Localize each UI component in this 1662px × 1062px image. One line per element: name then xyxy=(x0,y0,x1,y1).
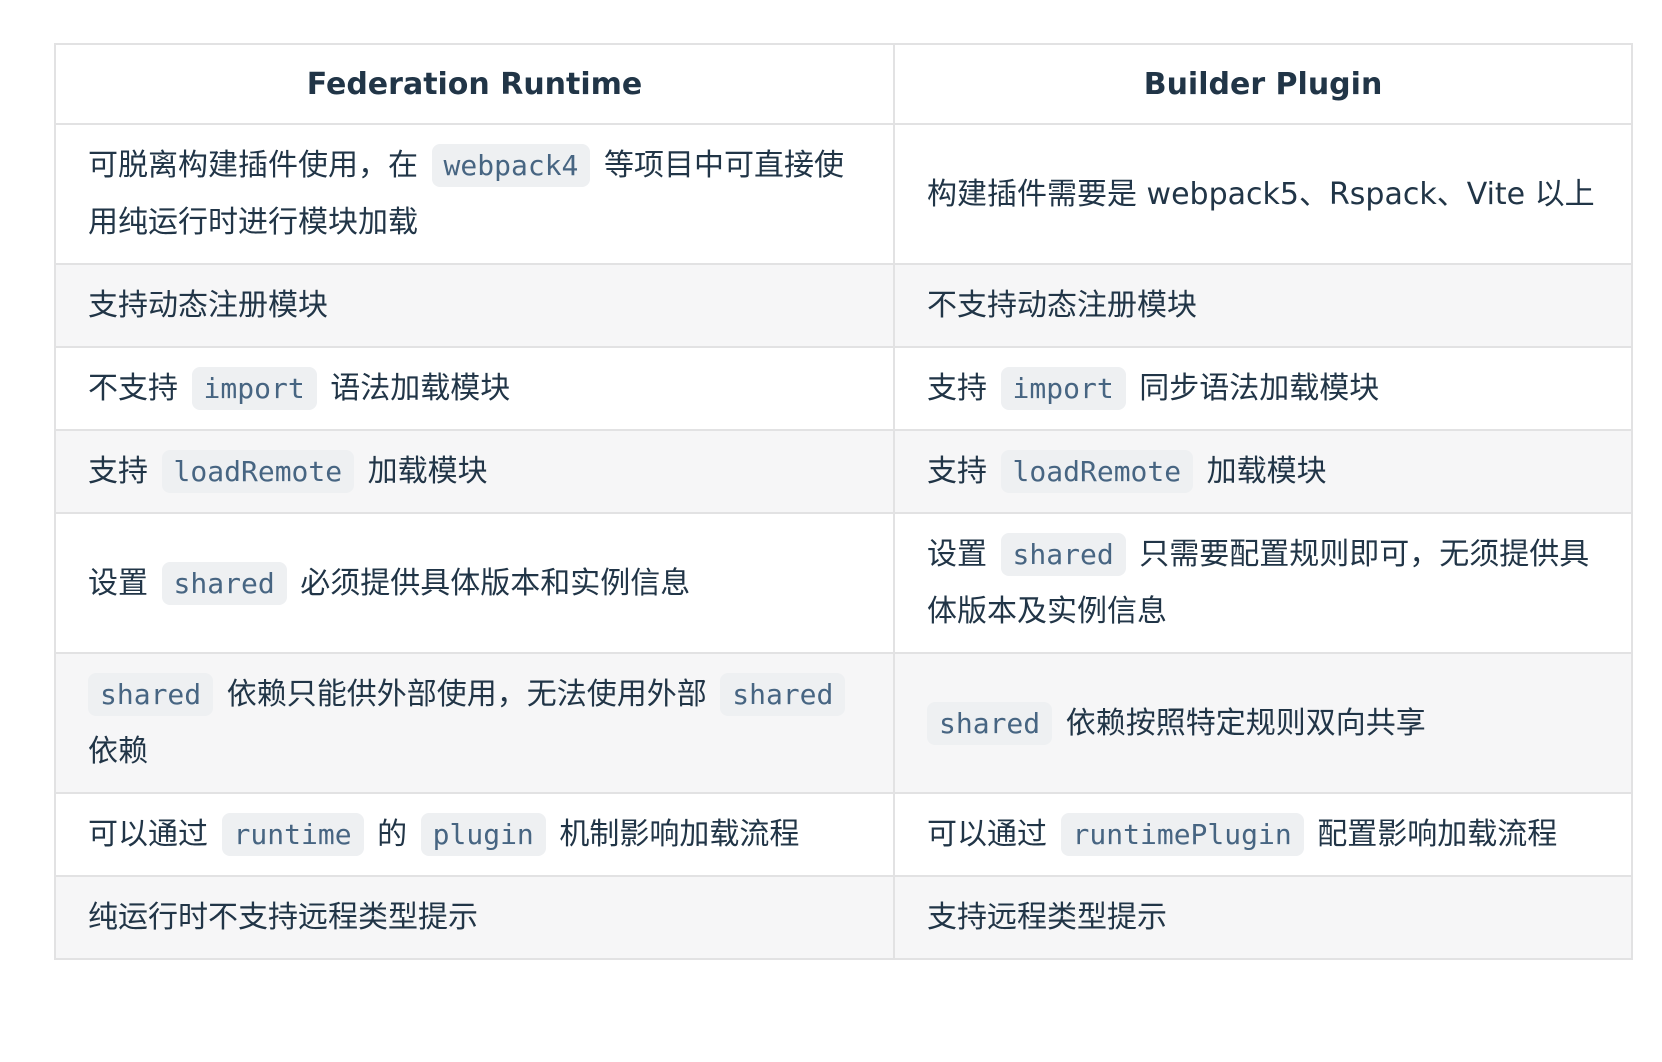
table-body: 可脱离构建插件使用，在 webpack4 等项目中可直接使用纯运行时进行模块加载… xyxy=(54,123,1633,960)
inline-code: plugin xyxy=(420,813,546,856)
table-row: 支持 loadRemote 加载模块 支持 loadRemote 加载模块 xyxy=(54,429,1633,514)
cell-text: 依赖 xyxy=(88,734,148,769)
cell-text: 可脱离构建插件使用，在 xyxy=(88,148,428,183)
cell-text: 支持 xyxy=(927,454,997,489)
cell-text: 构建插件需要是 webpack5、Rspack、Vite 以上 xyxy=(927,176,1595,212)
cell-text: 支持 xyxy=(927,371,997,406)
header-builder-plugin: Builder Plugin xyxy=(893,43,1633,125)
cell-text: 可以通过 xyxy=(927,817,1057,852)
table-row: 可以通过 runtime 的 plugin 机制影响加载流程 可以通过 runti… xyxy=(54,792,1633,877)
comparison-table: Federation Runtime Builder Plugin 可脱离构建插… xyxy=(54,43,1633,960)
cell-text: 依赖只能供外部使用，无法使用外部 xyxy=(217,677,717,712)
cell-text: 设置 xyxy=(88,565,158,601)
cell-federation-runtime: 设置 shared 必须提供具体版本和实例信息 xyxy=(54,512,895,654)
cell-text: 支持 xyxy=(88,454,158,489)
cell-federation-runtime: 支持 loadRemote 加载模块 xyxy=(54,429,895,514)
inline-code: loadRemote xyxy=(161,450,355,493)
inline-code: shared xyxy=(161,561,287,605)
inline-code: loadRemote xyxy=(1000,450,1194,493)
inline-code: shared xyxy=(927,701,1053,745)
cell-text: 不支持 xyxy=(88,371,188,406)
table-row: 纯运行时不支持远程类型提示 支持远程类型提示 xyxy=(54,875,1633,960)
inline-code: webpack4 xyxy=(431,144,591,187)
cell-text: 加载模块 xyxy=(358,454,488,489)
cell-federation-runtime: 可脱离构建插件使用，在 webpack4 等项目中可直接使用纯运行时进行模块加载 xyxy=(54,123,895,265)
cell-text: 配置影响加载流程 xyxy=(1307,817,1558,852)
cell-text: 纯运行时不支持远程类型提示 xyxy=(88,900,478,935)
cell-text: 可以通过 xyxy=(88,817,218,852)
cell-text: 设置 xyxy=(927,537,997,572)
table-row: 不支持 import 语法加载模块 支持 import 同步语法加载模块 xyxy=(54,346,1633,431)
cell-text: 支持远程类型提示 xyxy=(927,900,1167,935)
cell-federation-runtime: 不支持 import 语法加载模块 xyxy=(54,346,895,431)
cell-text: 加载模块 xyxy=(1197,454,1327,489)
cell-builder-plugin: shared 依赖按照特定规则双向共享 xyxy=(893,652,1633,794)
table-header-row: Federation Runtime Builder Plugin xyxy=(54,43,1633,125)
inline-code: shared xyxy=(1000,533,1126,576)
cell-federation-runtime: shared 依赖只能供外部使用，无法使用外部 shared 依赖 xyxy=(54,652,895,794)
cell-text: 依赖按照特定规则双向共享 xyxy=(1056,705,1426,741)
inline-code: runtime xyxy=(221,813,364,856)
cell-builder-plugin: 可以通过 runtimePlugin 配置影响加载流程 xyxy=(893,792,1633,877)
cell-text: 不支持动态注册模块 xyxy=(927,288,1197,323)
cell-federation-runtime: 纯运行时不支持远程类型提示 xyxy=(54,875,895,960)
cell-text: 同步语法加载模块 xyxy=(1129,371,1380,406)
table-row: 支持动态注册模块 不支持动态注册模块 xyxy=(54,263,1633,348)
cell-text: 机制影响加载流程 xyxy=(549,817,800,852)
cell-text: 必须提供具体版本和实例信息 xyxy=(290,565,691,601)
cell-text: 语法加载模块 xyxy=(320,371,511,406)
comparison-table-container: Federation Runtime Builder Plugin 可脱离构建插… xyxy=(54,43,1633,960)
cell-federation-runtime: 可以通过 runtime 的 plugin 机制影响加载流程 xyxy=(54,792,895,877)
header-federation-runtime: Federation Runtime xyxy=(54,43,895,125)
inline-code: runtimePlugin xyxy=(1060,813,1304,856)
cell-text: 的 xyxy=(367,817,417,852)
cell-builder-plugin: 构建插件需要是 webpack5、Rspack、Vite 以上 xyxy=(893,123,1633,265)
table-row: shared 依赖只能供外部使用，无法使用外部 shared 依赖 shared … xyxy=(54,652,1633,794)
inline-code: import xyxy=(1000,367,1126,410)
table-row: 可脱离构建插件使用，在 webpack4 等项目中可直接使用纯运行时进行模块加载… xyxy=(54,123,1633,265)
cell-text: 支持动态注册模块 xyxy=(88,288,328,323)
cell-builder-plugin: 支持远程类型提示 xyxy=(893,875,1633,960)
cell-builder-plugin: 不支持动态注册模块 xyxy=(893,263,1633,348)
cell-federation-runtime: 支持动态注册模块 xyxy=(54,263,895,348)
cell-builder-plugin: 支持 loadRemote 加载模块 xyxy=(893,429,1633,514)
table-row: 设置 shared 必须提供具体版本和实例信息 设置 shared 只需要配置规则… xyxy=(54,512,1633,654)
inline-code: import xyxy=(191,367,317,410)
inline-code: shared xyxy=(88,673,214,716)
cell-builder-plugin: 支持 import 同步语法加载模块 xyxy=(893,346,1633,431)
inline-code: shared xyxy=(720,673,846,716)
cell-builder-plugin: 设置 shared 只需要配置规则即可，无须提供具体版本及实例信息 xyxy=(893,512,1633,654)
